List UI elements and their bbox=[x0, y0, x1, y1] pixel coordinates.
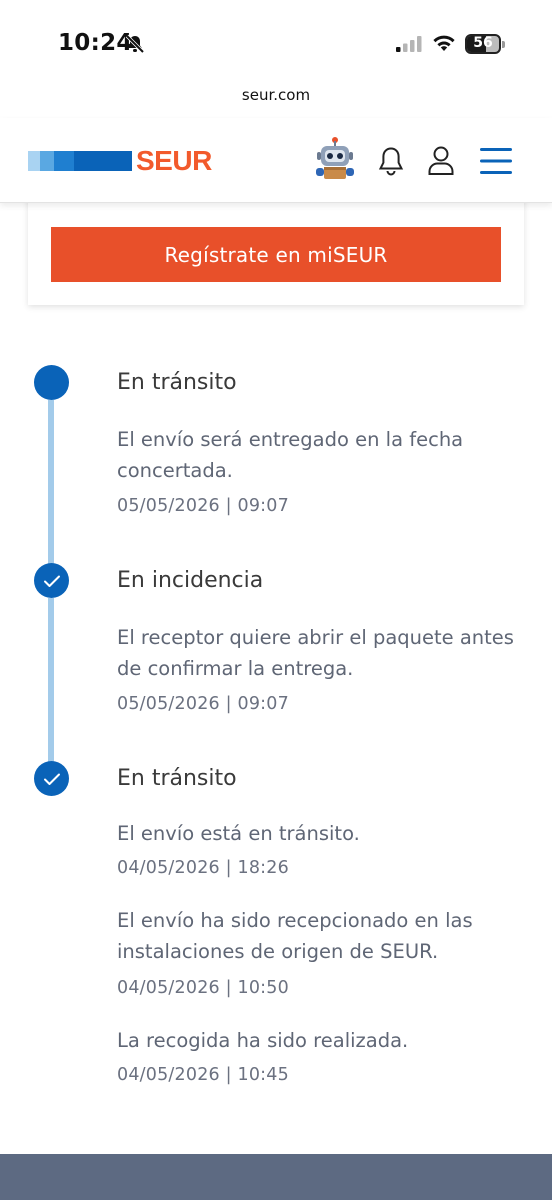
event-date: 05/05/2026 | 09:07 bbox=[117, 496, 289, 516]
cell-signal-icon bbox=[396, 36, 422, 52]
seur-logo[interactable]: SEUR bbox=[28, 145, 212, 176]
timeline-line bbox=[48, 400, 54, 575]
robot-assistant-icon[interactable] bbox=[312, 136, 358, 182]
check-icon bbox=[43, 773, 60, 785]
logo-text: SEUR bbox=[136, 145, 212, 176]
timeline-dot-current bbox=[34, 365, 69, 400]
event-description: El envío está en tránsito. bbox=[117, 822, 360, 845]
event-title: En incidencia bbox=[117, 568, 264, 593]
status-bar: 10:24 56 bbox=[0, 0, 552, 80]
user-icon[interactable] bbox=[427, 145, 455, 177]
event-date: 04/05/2026 | 18:26 bbox=[117, 858, 289, 878]
status-time: 10:24 bbox=[58, 30, 133, 56]
timeline-dot-completed bbox=[34, 563, 69, 598]
event-description: El receptor quiere abrir el paquete ante… bbox=[117, 626, 514, 680]
register-miseur-button[interactable]: Regístrate en miSEUR bbox=[51, 227, 501, 282]
footer-bar bbox=[0, 1154, 552, 1200]
menu-icon[interactable] bbox=[480, 148, 512, 174]
bell-icon[interactable] bbox=[378, 146, 404, 176]
battery-level: 56 bbox=[473, 35, 493, 51]
event-title: En tránsito bbox=[117, 766, 237, 791]
event-date: 04/05/2026 | 10:45 bbox=[117, 1065, 289, 1085]
browser-url[interactable]: seur.com bbox=[0, 86, 552, 104]
check-icon bbox=[43, 575, 60, 587]
event-description: El envío será entregado en la fecha conc… bbox=[117, 428, 464, 482]
site-header: SEUR bbox=[0, 118, 552, 203]
event-description: La recogida ha sido realizada. bbox=[117, 1029, 409, 1052]
battery-tip bbox=[502, 41, 505, 48]
timeline-line bbox=[48, 598, 54, 773]
battery-icon: 56 bbox=[465, 34, 501, 54]
event-description: El envío ha sido recepcionado en las ins… bbox=[117, 909, 473, 963]
timeline-dot-completed bbox=[34, 761, 69, 796]
wifi-icon bbox=[433, 35, 455, 51]
event-title: En tránsito bbox=[117, 370, 237, 395]
event-date: 04/05/2026 | 10:50 bbox=[117, 978, 289, 998]
event-date: 05/05/2026 | 09:07 bbox=[117, 694, 289, 714]
logo-bars bbox=[28, 151, 132, 171]
bell-muted-icon bbox=[125, 34, 145, 54]
